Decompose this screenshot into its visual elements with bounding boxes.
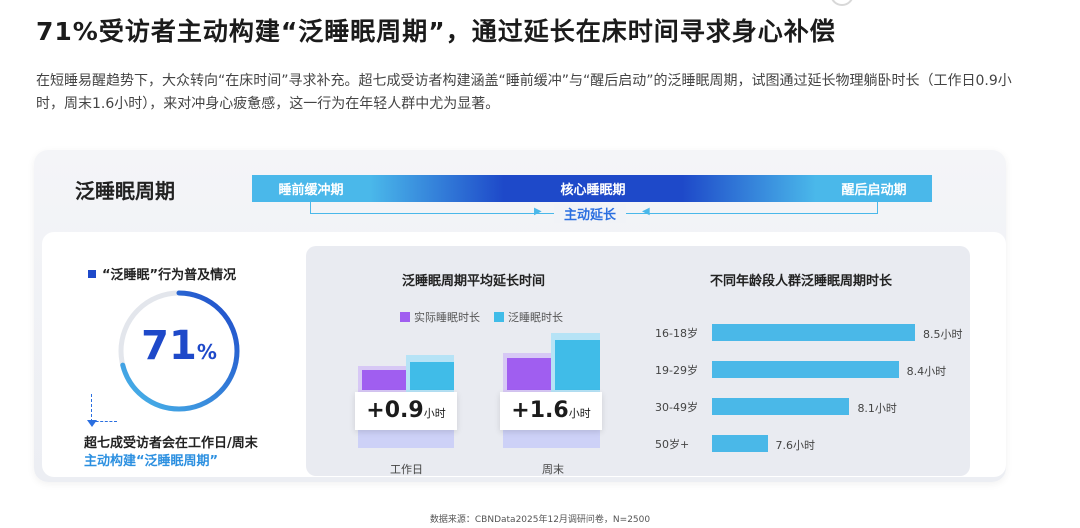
- bar-weekday-base: [358, 430, 454, 448]
- xlabel-weekend: 周末: [542, 463, 564, 476]
- age-bar: [712, 435, 768, 452]
- bar-weekend-actual: [507, 358, 551, 390]
- age-value-label: 8.1小时: [857, 402, 897, 415]
- bar-weekday-pan: [410, 362, 454, 390]
- prevalence-number: 71: [141, 323, 197, 369]
- prevalence-note-line2: 主动构建“泛睡眠周期”: [84, 454, 219, 469]
- square-bullet-icon: [88, 270, 96, 278]
- legend-label-actual: 实际睡眠时长: [414, 311, 480, 324]
- legend-item-pan: 泛睡眠时长: [494, 309, 563, 325]
- prevalence-title: “泛睡眠”行为普及情况: [88, 264, 236, 283]
- phase-post-sleep: 醒后启动期: [816, 175, 932, 202]
- age-bar: [712, 361, 899, 378]
- weekday-extension-unit: 小时: [423, 407, 446, 420]
- weekday-extension-value: +0.9: [366, 398, 424, 423]
- legend-swatch-pan: [494, 312, 504, 322]
- data-source: 数据来源：CBNData2025年12月调研问卷，N=2500: [429, 515, 651, 525]
- prevalence-value: 71%: [116, 323, 242, 369]
- prevalence-note-line1: 超七成受访者会在工作日/周末: [84, 436, 258, 451]
- weekday-extension-label: +0.9小时: [355, 392, 457, 430]
- decorative-arc: [830, 0, 854, 6]
- xlabel-weekday: 工作日: [390, 463, 423, 476]
- page-title: 71%受访者主动构建“泛睡眠周期”，通过延长在床时间寻求身心补偿: [36, 17, 836, 46]
- arrow-left-icon: ◀: [642, 206, 650, 217]
- age-bar: [712, 324, 915, 341]
- chart2-title: 不同年龄段人群泛睡眠周期时长: [710, 274, 893, 289]
- age-value-label: 8.5小时: [923, 328, 963, 341]
- phase-core-sleep: 核心睡眠期: [370, 175, 816, 202]
- intro-paragraph: 在短睡易醒趋势下，大众转向“在床时间”寻求补充。超七成受访者构建涵盖“睡前缓冲”…: [36, 73, 1012, 112]
- weekend-extension-value: +1.6: [511, 398, 569, 423]
- extension-label: 主动延长: [554, 204, 627, 223]
- dashed-connector: [91, 394, 117, 422]
- legend-swatch-actual: [400, 312, 410, 322]
- phase-pre-sleep: 睡前缓冲期: [252, 175, 370, 202]
- legend-label-pan: 泛睡眠时长: [508, 311, 563, 324]
- age-bar: [712, 398, 850, 415]
- age-value-label: 8.4小时: [906, 365, 947, 378]
- prevalence-title-text: “泛睡眠”行为普及情况: [102, 268, 237, 283]
- prevalence-unit: %: [196, 340, 217, 364]
- chart1-legend: 实际睡眠时长 泛睡眠时长: [400, 309, 563, 325]
- age-value-label: 7.6小时: [775, 439, 816, 452]
- chart1-title: 泛睡眠周期平均延长时间: [402, 274, 546, 289]
- arrow-down-icon: [87, 420, 97, 427]
- weekend-extension-unit: 小时: [568, 407, 591, 420]
- cycle-title: 泛睡眠周期: [75, 179, 175, 203]
- sleep-phase-bar: 睡前缓冲期 核心睡眠期 醒后启动期: [252, 175, 932, 202]
- legend-item-actual: 实际睡眠时长: [400, 309, 480, 325]
- bar-weekday-actual: [362, 370, 406, 390]
- bar-weekend-pan: [555, 340, 600, 390]
- arrow-right-icon: ▶: [534, 206, 542, 217]
- bar-weekend-base: [503, 430, 600, 448]
- weekend-extension-label: +1.6小时: [500, 392, 602, 430]
